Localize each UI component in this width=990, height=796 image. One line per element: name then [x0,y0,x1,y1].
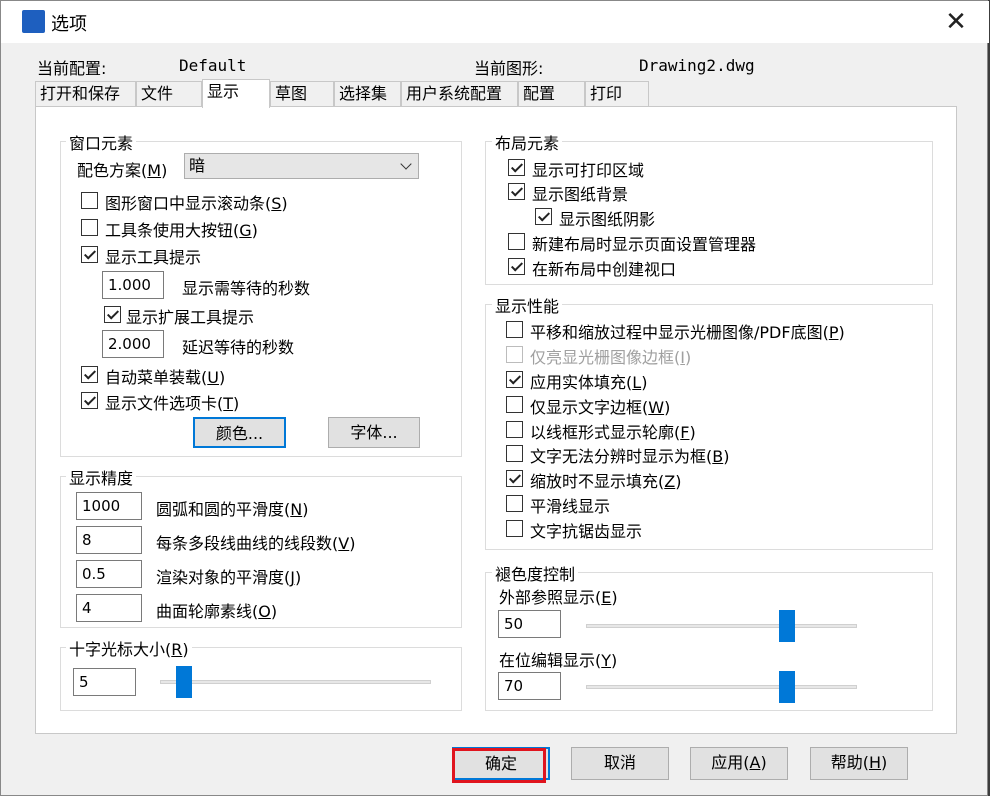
tab-drafting[interactable]: 草图 [270,81,334,107]
fade-control-title: 褪色度控制 [492,561,579,585]
tab-plot[interactable]: 打印 [585,81,649,107]
app-icon [22,10,45,33]
text-boundary-label: 仅显示文字边框(W) [530,398,671,417]
no-fill-on-zoom-label: 缩放时不显示填充(Z) [530,472,682,491]
raster-pan-zoom-checkbox[interactable] [506,321,523,338]
arc-smoothness-label: 圆弧和圆的平滑度(N) [156,500,309,519]
raster-frame-checkbox[interactable] [506,346,523,363]
current-profile-label: 当前配置: [37,59,107,78]
smooth-line-label: 平滑线显示 [530,497,611,516]
paper-background-label: 显示图纸背景 [532,185,629,204]
xref-fade-input[interactable]: 50 [498,610,561,638]
tooltips-checkbox[interactable] [81,246,98,263]
display-precision-title: 显示精度 [66,465,137,489]
window-elements-title: 窗口元素 [66,130,137,154]
chevron-down-icon [400,158,412,170]
arc-smoothness-input[interactable]: 1000 [76,492,142,520]
create-viewport-checkbox[interactable] [508,258,525,275]
wireframe-silhouette-label: 以线框形式显示轮廓(F) [530,423,696,442]
text-boundary-checkbox[interactable] [506,396,523,413]
highlight-box [452,748,546,783]
large-buttons-label: 工具条使用大按钮(G) [105,221,258,240]
ext-delay-input[interactable]: 2.000 [102,330,164,358]
inplace-edit-fade-slider-thumb[interactable] [779,671,795,703]
raster-pan-zoom-label: 平移和缩放过程中显示光栅图像/PDF底图(P) [530,323,845,342]
paper-background-checkbox[interactable] [508,183,525,200]
tooltip-delay-input[interactable]: 1.000 [102,271,164,299]
tooltips-label: 显示工具提示 [105,248,202,267]
current-drawing-label: 当前图形: [474,59,544,78]
crosshair-size-title: 十字光标大小(R) [66,636,192,660]
options-dialog: 选项 ✕ 当前配置: Default 当前图形: Drawing2.dwg 打开… [0,0,989,796]
text-antialias-checkbox[interactable] [506,520,523,537]
render-smoothness-input[interactable]: 0.5 [76,560,142,588]
help-button[interactable]: 帮助(H) [810,747,908,780]
current-drawing-value: Drawing2.dwg [639,56,755,75]
render-smoothness-label: 渲染对象的平滑度(J) [156,568,302,587]
text-antialias-label: 文字抗锯齿显示 [530,522,643,541]
inplace-edit-fade-label: 在位编辑显示(Y) [499,651,618,670]
crosshair-slider-track[interactable] [160,666,431,698]
printable-area-checkbox[interactable] [508,159,525,176]
smooth-line-checkbox[interactable] [506,495,523,512]
scrollbars-label: 图形窗口中显示滚动条(S) [105,194,288,213]
wireframe-silhouette-checkbox[interactable] [506,421,523,438]
color-scheme-select[interactable]: 暗 [184,153,419,179]
printable-area-label: 显示可打印区域 [532,161,645,180]
polyline-segments-label: 每条多段线曲线的线段数(V) [156,534,356,553]
page-setup-manager-checkbox[interactable] [508,233,525,250]
contour-lines-input[interactable]: 4 [76,594,142,622]
file-tabs-label: 显示文件选项卡(T) [105,394,240,413]
ext-tooltips-label: 显示扩展工具提示 [126,308,255,327]
apply-button[interactable]: 应用(A) [690,747,788,780]
polyline-segments-input[interactable]: 8 [76,526,142,554]
color-scheme-label: 配色方案(M) [77,161,168,180]
text-as-box-label: 文字无法分辨时显示为框(B) [530,447,730,466]
colors-button[interactable]: 颜色... [193,417,286,448]
xref-fade-label: 外部参照显示(E) [499,588,618,607]
tab-files[interactable]: 文件 [136,81,202,107]
close-icon[interactable]: ✕ [931,5,981,39]
text-as-box-checkbox[interactable] [506,445,523,462]
paper-shadow-label: 显示图纸阴影 [559,210,656,229]
tab-display[interactable]: 显示 [202,79,270,108]
tab-profiles[interactable]: 配置 [518,81,585,107]
solid-fill-checkbox[interactable] [506,371,523,388]
ext-tooltips-checkbox[interactable] [104,306,121,323]
inplace-edit-fade-input[interactable]: 70 [498,672,561,700]
scrollbars-checkbox[interactable] [81,192,98,209]
title-bar: 选项 ✕ [1,1,989,43]
tab-open-save[interactable]: 打开和保存 [35,81,136,107]
auto-menu-label: 自动菜单装载(U) [105,368,226,387]
contour-lines-label: 曲面轮廓素线(O) [156,602,278,621]
tooltip-delay-label: 显示需等待的秒数 [182,279,311,298]
cancel-button[interactable]: 取消 [571,747,669,780]
xref-fade-slider-thumb[interactable] [779,610,795,642]
paper-shadow-checkbox[interactable] [535,208,552,225]
file-tabs-checkbox[interactable] [81,392,98,409]
auto-menu-checkbox[interactable] [81,366,98,383]
solid-fill-label: 应用实体填充(L) [530,373,648,392]
no-fill-on-zoom-checkbox[interactable] [506,470,523,487]
crosshair-size-input[interactable]: 5 [73,668,136,696]
xref-fade-slider-track[interactable] [586,610,857,642]
crosshair-slider-thumb[interactable] [176,666,192,698]
ext-delay-label: 延迟等待的秒数 [182,338,295,357]
tab-user-preferences[interactable]: 用户系统配置 [401,81,518,107]
large-buttons-checkbox[interactable] [81,219,98,236]
inplace-edit-fade-slider-track[interactable] [586,671,857,703]
create-viewport-label: 在新布局中创建视口 [532,260,677,279]
raster-frame-label: 仅亮显光栅图像边框(I) [530,348,692,367]
page-setup-manager-label: 新建布局时显示页面设置管理器 [532,235,757,254]
display-performance-title: 显示性能 [492,293,563,317]
layout-elements-title: 布局元素 [492,130,563,154]
tab-selection[interactable]: 选择集 [334,81,401,107]
current-profile-value: Default [179,56,247,75]
fonts-button[interactable]: 字体... [328,417,420,448]
window-title: 选项 [51,14,87,35]
